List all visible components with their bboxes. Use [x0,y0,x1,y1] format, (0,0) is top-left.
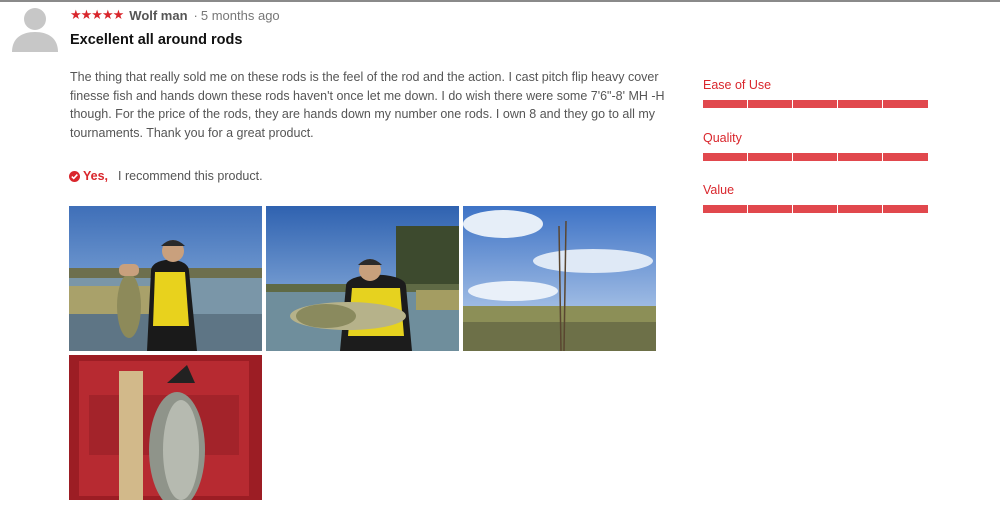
recommend-yes: Yes, [83,169,109,183]
avatar [10,4,60,52]
review-meta: ★★★★★ Wolf man · 5 months ago [70,7,280,23]
rating-segment [838,100,883,108]
rating-bar [703,153,928,161]
recommend-text: I recommend this product. [118,169,263,183]
rating-segment [748,100,793,108]
rating-segment [748,205,793,213]
rating-quality: Quality [703,131,929,161]
angler-bass-photo [69,206,262,351]
reviewer-name: Wolf man [129,7,188,23]
rating-bar [703,100,928,108]
bass-measure-photo [69,355,262,500]
rating-label: Quality [703,131,742,145]
meta-separator: · [193,7,198,23]
rating-segment [838,153,883,161]
rating-segment [883,153,928,161]
review-photo[interactable] [463,206,656,351]
review-title: Excellent all around rods [70,32,243,48]
review-photo[interactable] [266,206,459,351]
check-circle-icon [69,170,80,182]
review-photo[interactable] [69,355,262,500]
rating-label: Value [703,183,735,197]
review-photo[interactable] [69,206,262,351]
star-rating: ★★★★★ [70,7,124,22]
rating-segment [793,205,838,213]
rating-segment [883,100,928,108]
marsh-rods-photo [463,206,656,351]
rating-bar [703,205,928,213]
rating-segment [793,100,838,108]
rating-segment [703,205,748,213]
review-age: 5 months ago [200,7,280,23]
rating-segment [703,153,748,161]
top-divider [0,0,1000,2]
rating-label: Ease of Use [703,78,772,92]
rating-segment [793,153,838,161]
rating-segment [703,100,748,108]
user-placeholder-icon [12,8,58,52]
rating-segment [838,205,883,213]
angler-bass-photo [266,206,459,351]
review-body: The thing that really sold me on these r… [70,70,665,140]
rating-segment [883,205,928,213]
rating-segment [748,153,793,161]
rating-value: Value [703,183,929,213]
rating-ease-of-use: Ease of Use [703,78,929,108]
recommendation: Yes, I recommend this product. [69,169,263,183]
